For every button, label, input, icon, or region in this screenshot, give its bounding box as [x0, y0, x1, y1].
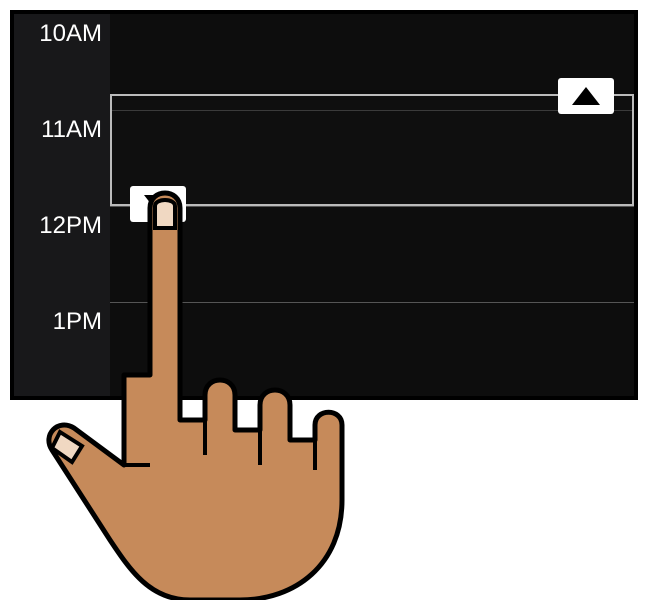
time-label: 11AM: [41, 116, 102, 144]
calendar-grid[interactable]: [110, 14, 634, 396]
triangle-down-icon: [144, 195, 172, 213]
hour-divider: [110, 206, 634, 207]
calendar-day-view: 10AM 11AM 12PM 1PM: [10, 10, 638, 400]
event-resize-start-handle[interactable]: [558, 78, 614, 114]
event-resize-end-handle[interactable]: [130, 186, 186, 222]
time-gutter: 10AM 11AM 12PM 1PM: [14, 14, 110, 396]
triangle-up-icon: [572, 87, 600, 105]
time-label: 12PM: [39, 212, 102, 240]
time-label: 10AM: [39, 20, 102, 48]
hour-divider: [110, 302, 634, 303]
time-label: 1PM: [53, 308, 102, 336]
calendar-event[interactable]: [110, 94, 634, 206]
